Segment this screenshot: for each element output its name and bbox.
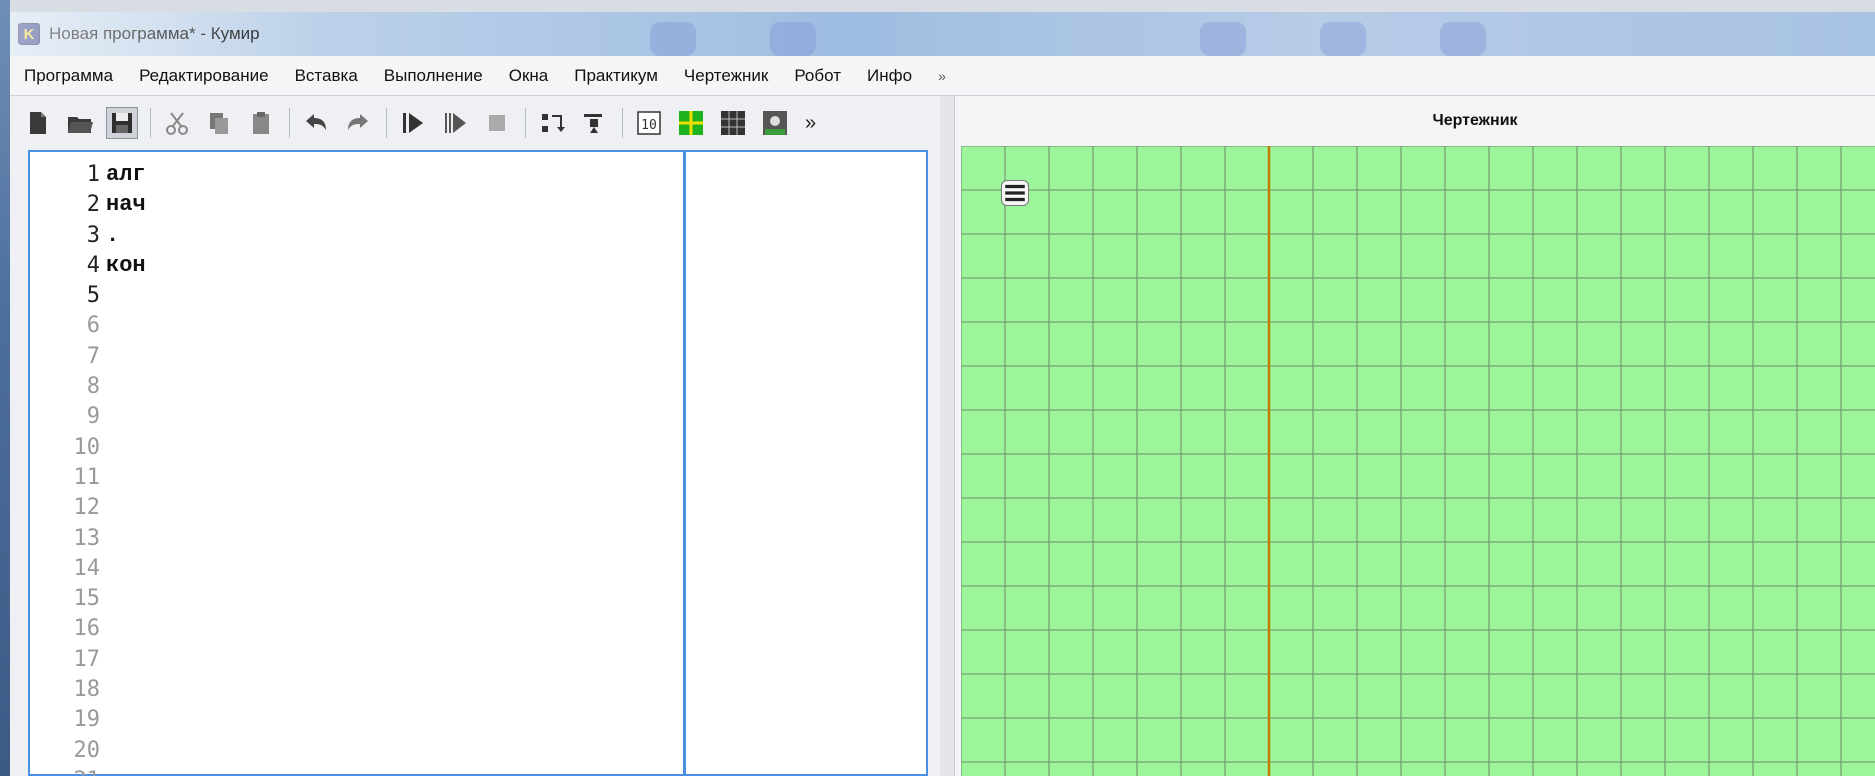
- window-title: Новая программа* - Кумир: [49, 24, 260, 43]
- app-icon[interactable]: K: [18, 23, 40, 45]
- line-number: 21: [30, 768, 106, 776]
- line-number: 12: [73, 495, 101, 521]
- redo-icon[interactable]: [342, 107, 374, 139]
- editor-margin[interactable]: [686, 152, 926, 774]
- line-number: 9: [86, 404, 100, 430]
- menu-robot[interactable]: Робот: [794, 66, 841, 86]
- code-line[interactable]: .: [106, 223, 683, 253]
- paste-icon[interactable]: [245, 107, 277, 139]
- open-folder-icon[interactable]: [64, 107, 96, 139]
- line-number: 7: [86, 343, 100, 369]
- stop-icon[interactable]: [481, 107, 513, 139]
- line-number: 15: [73, 586, 101, 612]
- menu-info[interactable]: Инфо: [867, 66, 912, 86]
- run-step-icon[interactable]: [439, 107, 471, 139]
- background-decoration: [1200, 22, 1246, 56]
- line-number: 4: [86, 252, 100, 278]
- line-number: 11: [73, 464, 101, 490]
- run-icon[interactable]: [397, 107, 429, 139]
- background-decoration: [650, 22, 696, 56]
- line-number: 19: [73, 707, 101, 733]
- draftsman-canvas[interactable]: [961, 146, 1875, 776]
- code-editor[interactable]: 1 2 3 4 5 6 7 8 9 10 11 12 13 14 15 16 1…: [28, 150, 928, 776]
- line-number: 3: [86, 222, 100, 248]
- step-over-icon[interactable]: [578, 107, 610, 139]
- background-decoration: [770, 22, 816, 56]
- menu-program[interactable]: Программа: [24, 66, 113, 86]
- line-number: 18: [73, 677, 101, 703]
- background-decoration: [1440, 22, 1486, 56]
- menu-edit[interactable]: Редактирование: [139, 66, 269, 86]
- panel-title: Чертежник: [1432, 112, 1518, 129]
- desktop-edge: [0, 0, 10, 776]
- draftsman-icon[interactable]: [675, 107, 707, 139]
- draftsman-grid: [961, 146, 1875, 776]
- game-icon[interactable]: [759, 107, 791, 139]
- cut-icon[interactable]: [161, 107, 193, 139]
- line-number: 5: [86, 283, 100, 309]
- toolbar: 10 »: [10, 96, 940, 150]
- line-number: 20: [73, 737, 101, 763]
- line-number: 8: [86, 374, 100, 400]
- line-number-gutter: 1 2 3 4 5 6 7 8 9 10 11 12 13 14 15 16 1…: [30, 152, 106, 776]
- background-decoration: [1320, 22, 1366, 56]
- menu-draftsman[interactable]: Чертежник: [684, 66, 768, 86]
- toolbar-overflow-button[interactable]: »: [805, 112, 816, 135]
- title-bar: K Новая программа* - Кумир: [10, 12, 1875, 56]
- line-number: 13: [73, 525, 101, 551]
- code-line[interactable]: нач: [106, 192, 683, 222]
- line-number: 1: [86, 162, 100, 187]
- line-number: 16: [73, 616, 101, 642]
- code-line[interactable]: алг: [106, 162, 683, 192]
- robot-field-icon[interactable]: [717, 107, 749, 139]
- save-icon[interactable]: [106, 107, 138, 139]
- line-number: 10: [73, 434, 101, 460]
- undo-icon[interactable]: [300, 107, 332, 139]
- line-number: 14: [73, 555, 101, 581]
- code-area[interactable]: алг нач . кон: [106, 152, 686, 774]
- svg-text:10: 10: [641, 118, 657, 133]
- line-number: 2: [86, 192, 100, 218]
- copy-icon[interactable]: [203, 107, 235, 139]
- menu-run[interactable]: Выполнение: [384, 66, 483, 86]
- canvas-background: [961, 146, 1875, 776]
- draftsman-panel: Чертежник: [954, 96, 1875, 776]
- counter-icon[interactable]: 10: [633, 107, 665, 139]
- editor-pane: 10 » 1 2 3 4 5 6 7 8 9 10 11 12 13 14 15…: [10, 96, 940, 776]
- menu-insert[interactable]: Вставка: [295, 66, 358, 86]
- new-file-icon[interactable]: [22, 107, 54, 139]
- line-number: 17: [73, 646, 101, 672]
- menu-practicum[interactable]: Практикум: [574, 66, 658, 86]
- menu-windows[interactable]: Окна: [509, 66, 549, 86]
- step-into-icon[interactable]: [536, 107, 568, 139]
- code-line[interactable]: кон: [106, 253, 683, 283]
- line-number: 6: [86, 313, 100, 339]
- menu-overflow-button[interactable]: »: [938, 68, 946, 84]
- pane-splitter[interactable]: [940, 96, 954, 776]
- menu-bar: Программа Редактирование Вставка Выполне…: [10, 56, 1875, 96]
- hamburger-menu-icon[interactable]: [1001, 180, 1029, 206]
